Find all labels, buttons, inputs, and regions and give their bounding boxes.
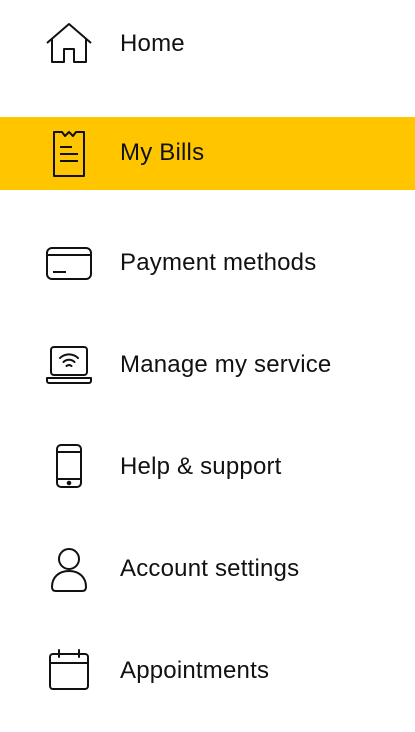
user-icon bbox=[44, 544, 94, 594]
menu-item-appointments[interactable]: Appointments bbox=[0, 633, 415, 713]
navigation-menu: Home My Bills Payment methods Manage my … bbox=[0, 0, 415, 732]
menu-item-account-settings[interactable]: Account settings bbox=[0, 531, 415, 611]
calendar-icon bbox=[44, 646, 94, 696]
menu-item-payment-methods[interactable]: Payment methods bbox=[0, 225, 415, 305]
laptop-wifi-icon bbox=[44, 341, 94, 391]
menu-item-label: My Bills bbox=[120, 139, 205, 166]
credit-card-icon bbox=[44, 239, 94, 289]
receipt-icon bbox=[44, 129, 94, 179]
menu-item-label: Account settings bbox=[120, 555, 300, 582]
menu-item-home[interactable]: Home bbox=[0, 0, 415, 92]
menu-item-label: Home bbox=[120, 30, 185, 57]
mobile-phone-icon bbox=[44, 442, 94, 492]
menu-item-manage-my-service[interactable]: Manage my service bbox=[0, 327, 415, 407]
menu-item-label: Help & support bbox=[120, 453, 282, 480]
menu-item-label: Appointments bbox=[120, 657, 270, 684]
menu-item-label: Manage my service bbox=[120, 351, 332, 378]
menu-item-help-support[interactable]: Help & support bbox=[0, 429, 415, 509]
menu-item-label: Payment methods bbox=[120, 249, 317, 276]
home-icon bbox=[44, 19, 94, 69]
menu-item-my-bills[interactable]: My Bills bbox=[0, 117, 415, 190]
